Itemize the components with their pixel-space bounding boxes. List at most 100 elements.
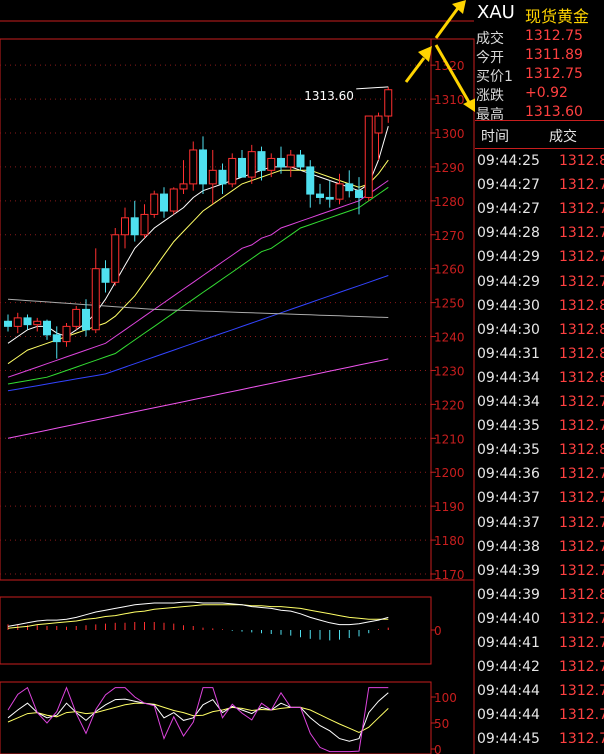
moving-average-line [7,298,389,318]
tick-row: 09:44:40 1312.77 [475,608,604,632]
candle-body [228,157,237,185]
tick-price: 1312.84 [559,297,604,314]
candle-body [335,183,344,200]
candle-body [150,193,159,215]
y-tick-label: 1230 [434,364,465,378]
tick-price: 1312.77 [559,394,604,410]
tick-price: 1312.79 [559,273,604,290]
y-tick-label: 1270 [434,229,465,243]
tick-time: 09:44:41 [477,635,540,651]
quote-row: 买价1 1312.75 [475,64,603,85]
tick-time: 09:44:39 [477,586,540,603]
candle-body [189,149,198,185]
tick-time: 09:44:25 [477,153,540,169]
candle-body [277,157,285,168]
candle-body [345,183,354,192]
candle-body [364,115,373,198]
tick-time: 09:44:42 [477,659,540,676]
tick-row: 09:44:42 1312.78 [475,656,604,680]
tick-price: 1312.75 [559,466,604,483]
candle-body [121,217,129,236]
tick-header-price: 成交 [549,129,577,145]
y-tick-label: 1250 [434,297,465,311]
candle-body [91,268,100,331]
tick-price: 1312.76 [559,418,604,435]
y-tick-label: 1310 [434,93,465,107]
candle-body [62,325,71,343]
quote-value: 1312.75 [525,28,583,44]
tick-price: 1312.76 [559,683,604,700]
tick-header-divider [475,148,604,149]
tick-price: 1312.71 [559,562,604,579]
candle-body [247,151,256,178]
tick-row: 09:44:30 1312.84 [475,295,604,319]
moving-average-line [7,180,389,378]
candle-body [169,188,178,212]
tick-time: 09:44:34 [477,394,540,410]
candle-body [199,149,207,185]
tick-price: 1312.80 [559,442,604,459]
annotation-layer: 1313.60 [304,86,389,103]
tick-time: 09:44:40 [477,610,540,627]
tick-time: 09:44:37 [477,490,540,507]
y-tick-label: 1180 [434,534,465,548]
tick-price: 1312.75 [559,514,604,531]
y-tick-label: 1170 [434,568,465,582]
candle-body [218,169,227,185]
y-tick-label: 1260 [434,263,465,277]
tick-row: 09:44:36 1312.75 [475,463,604,487]
y-tick-label: 1190 [434,500,465,514]
candle-body [267,157,276,171]
tick-price: 1312.86 [559,345,604,362]
tick-row: 09:44:41 1312.75 [475,632,604,656]
candle-body [257,151,266,171]
tick-time: 09:44:44 [477,683,540,700]
tick-row: 09:44:31 1312.86 [475,343,604,367]
y-tick-label: 1290 [434,161,465,175]
tick-time: 09:44:30 [477,297,540,314]
tick-row: 09:44:27 1312.76 [475,174,604,198]
y-tick-label: 1240 [434,331,465,345]
kdj-tick-label: 50 [434,717,449,731]
kdj-tick-label: 100 [434,691,457,705]
tick-time: 09:44:36 [477,466,540,483]
tick-price: 1312.74 [559,490,604,507]
y-tick-label: 1200 [434,466,465,480]
tick-time: 09:44:27 [477,201,540,218]
candle-body [101,268,110,283]
tick-row: 09:44:28 1312.75 [475,222,604,246]
tick-time: 09:44:29 [477,249,540,266]
quote-panel: XAU 现货黄金 成交 1312.75 今开 1311.89 买价1 1312.75 涨跌 +… [475,0,604,123]
tick-price: 1312.75 [559,225,604,242]
tick-price: 1312.75 [559,635,604,651]
y-tick-label: 1210 [434,432,465,446]
kdj-tick-label: 0 [434,743,442,754]
tick-row: 09:44:35 1312.80 [475,439,604,463]
tick-time: 09:44:38 [477,538,540,555]
tick-price: 1312.84 [559,369,604,386]
candle-body [306,166,315,195]
candle-body [23,317,32,326]
tick-row: 09:44:37 1312.74 [475,487,604,511]
quote-row: 成交 1312.75 [475,26,603,47]
arrow-icon [404,57,426,83]
moving-average-layer [7,126,389,439]
tick-price: 1312.77 [559,610,604,627]
tick-price: 1312.70 [559,249,604,266]
arrow-icon [434,7,460,39]
candle-body [52,334,61,343]
tick-row: 09:44:29 1312.79 [475,271,604,295]
quote-row: 涨跌 +0.92 [475,83,603,104]
kdj-layer: 0 50 100 [7,686,457,754]
kdj-k-line [7,692,389,742]
tick-time: 09:44:34 [477,369,540,386]
tick-time: 09:44:28 [477,225,540,242]
kdj-d-line [7,702,389,733]
macd-zero-label: 0 [434,624,442,638]
candle-body [296,154,305,168]
candle-body [384,89,393,117]
tick-price: 1312.81 [559,153,604,169]
tick-header-time: 时间 [481,129,509,145]
tick-row: 09:44:30 1312.83 [475,319,604,343]
main-panel-frame [0,38,475,581]
